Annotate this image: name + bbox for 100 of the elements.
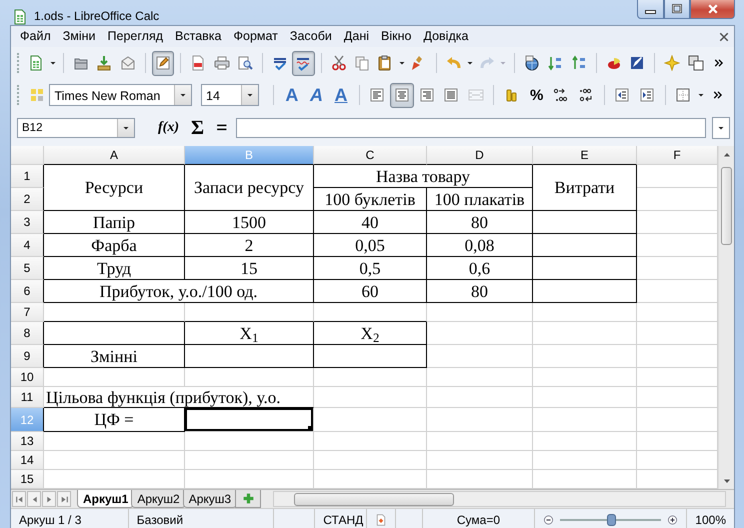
sheet-tab[interactable]: Аркуш3 xyxy=(182,490,238,508)
scrollbar-thumb[interactable] xyxy=(721,167,732,245)
font-name-field[interactable]: Times New Roman xyxy=(49,84,192,106)
grid-icon xyxy=(28,87,45,103)
close-button[interactable] xyxy=(690,0,735,19)
menu-item[interactable]: Файл xyxy=(14,27,57,46)
add-sheet-button[interactable] xyxy=(235,490,262,508)
row-header[interactable]: 10 xyxy=(11,368,44,387)
next-sheet-icon xyxy=(44,494,54,504)
column-header[interactable]: D xyxy=(427,146,533,165)
up-arrow-icon xyxy=(722,150,730,158)
undo-icon xyxy=(446,55,462,71)
first-sheet-button[interactable] xyxy=(12,491,26,507)
italic-button[interactable]: A xyxy=(304,82,328,108)
bold-button[interactable]: A xyxy=(280,82,304,108)
close-document-button[interactable] xyxy=(718,30,730,42)
auto-spelling-button[interactable] xyxy=(292,50,315,76)
cell-text: X$_{1}$ xyxy=(240,324,258,342)
row-header[interactable]: 8 xyxy=(11,322,44,345)
cell-text: 0,6 xyxy=(468,258,490,278)
row-header[interactable]: 9 xyxy=(11,345,44,368)
caret-icon xyxy=(717,124,725,132)
increase-indent-icon xyxy=(638,87,655,103)
row-header[interactable]: 14 xyxy=(11,451,44,470)
print-preview-icon xyxy=(236,55,253,71)
cell-text: 80 xyxy=(471,212,488,232)
cell-text: Труд xyxy=(96,258,132,278)
menu-item[interactable]: Засоби xyxy=(284,27,338,46)
formula-input-field[interactable] xyxy=(236,118,706,138)
previous-sheet-button[interactable] xyxy=(27,491,41,507)
row-header[interactable]: 3 xyxy=(11,211,44,234)
auto-spelling-icon xyxy=(295,55,312,71)
row-header[interactable]: 1 xyxy=(11,165,44,188)
row-header[interactable]: 4 xyxy=(11,234,44,257)
row-header[interactable]: 13 xyxy=(11,432,44,451)
cell-text: ЦФ = xyxy=(94,410,134,429)
next-sheet-button[interactable] xyxy=(42,491,56,507)
cell-text: Ресурси xyxy=(84,178,144,197)
column-header[interactable]: A xyxy=(44,146,185,165)
cell-text: Назва товару xyxy=(376,166,470,186)
merge-cells-icon xyxy=(468,87,484,103)
sum-button[interactable]: Σ xyxy=(188,118,208,138)
menu-item[interactable]: Зміни xyxy=(56,27,102,46)
selected-cell[interactable] xyxy=(185,408,314,432)
pdf-icon xyxy=(190,55,206,71)
menu-item[interactable]: Дані xyxy=(338,27,376,46)
function-button[interactable]: = xyxy=(213,118,230,138)
underline-button[interactable]: A xyxy=(329,82,353,108)
overflow-icon xyxy=(714,58,724,68)
scrollbar-thumb[interactable] xyxy=(294,492,454,506)
printer-icon xyxy=(214,55,230,71)
function-wizard-button[interactable]: f(x) xyxy=(155,121,182,135)
maximize-button[interactable] xyxy=(664,0,690,19)
percent-button[interactable]: % xyxy=(524,82,548,108)
cell-text: Фарба xyxy=(91,236,137,254)
minimize-button[interactable] xyxy=(637,0,664,19)
font-size-field[interactable]: 14 xyxy=(201,84,260,106)
plus-icon xyxy=(242,492,255,505)
align-center-icon xyxy=(394,87,410,103)
last-sheet-button[interactable] xyxy=(57,491,71,507)
align-center-button[interactable] xyxy=(390,82,414,108)
zoom-out-icon[interactable] xyxy=(543,514,554,526)
first-sheet-icon xyxy=(14,494,24,504)
pencil-button[interactable] xyxy=(152,50,174,76)
spreadsheet-document-icon xyxy=(28,55,44,71)
row-header[interactable]: 5 xyxy=(11,257,44,280)
scissors-icon xyxy=(330,55,347,71)
sheet-tab[interactable]: Аркуш1 xyxy=(77,490,134,508)
caret-icon xyxy=(499,59,508,67)
fill-handle[interactable] xyxy=(308,426,313,431)
add-decimal-icon xyxy=(553,87,570,103)
menu-item[interactable]: Перегляд xyxy=(102,27,170,46)
menu-item[interactable]: Формат xyxy=(228,27,284,46)
cell-text: 0,5 xyxy=(359,258,381,278)
horizontal-scrollbar[interactable] xyxy=(273,491,726,507)
column-header[interactable]: F xyxy=(637,146,718,165)
borders-icon xyxy=(675,87,692,103)
expand-button[interactable] xyxy=(712,117,730,139)
column-header[interactable]: E xyxy=(533,146,637,165)
paste-icon xyxy=(377,55,394,71)
row-header[interactable]: 6 xyxy=(11,280,44,303)
remove-decimal-icon xyxy=(578,87,594,103)
cell-text: Папір xyxy=(93,212,135,232)
cell-text: Запаси ресурсу xyxy=(194,178,304,197)
row-header[interactable]: 2 xyxy=(11,188,44,211)
cell-text: Витрати xyxy=(554,178,615,197)
zoom-slider-thumb[interactable] xyxy=(606,514,616,526)
row-header[interactable]: 15 xyxy=(11,470,44,489)
cell-text: 100 плакатів xyxy=(434,190,525,208)
zoom-in-icon[interactable] xyxy=(667,514,678,526)
cell-text: 1500 xyxy=(232,212,266,232)
row-header[interactable]: 7 xyxy=(11,303,44,322)
menu-item[interactable]: Вставка xyxy=(169,27,228,46)
name-box[interactable]: B12 xyxy=(17,118,135,138)
menu-item[interactable]: Вікно xyxy=(375,27,418,46)
cell-text: 0,05 xyxy=(355,236,385,254)
menu-item[interactable]: Довідка xyxy=(417,27,474,46)
sheet-tab[interactable]: Аркуш2 xyxy=(131,490,186,508)
row-header[interactable]: 11 xyxy=(11,387,44,408)
column-header[interactable]: C xyxy=(314,146,427,165)
